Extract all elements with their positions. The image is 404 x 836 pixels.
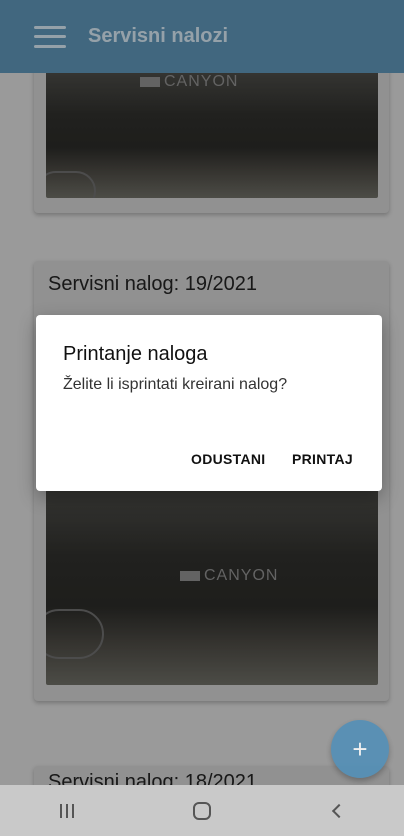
home-button[interactable] [182, 791, 222, 831]
recent-apps-icon [60, 803, 75, 818]
print-dialog: Printanje naloga Želite li isprintati kr… [36, 315, 382, 491]
dialog-title: Printanje naloga [63, 343, 208, 365]
add-order-button[interactable]: + [331, 720, 389, 778]
cancel-button[interactable]: ODUSTANI [191, 451, 265, 467]
system-nav-bar [0, 785, 404, 836]
home-icon [192, 801, 211, 820]
back-button[interactable] [317, 791, 357, 831]
back-icon [331, 803, 346, 818]
print-button[interactable]: PRINTAJ [292, 451, 353, 467]
dialog-message: Želite li isprintati kreirani nalog? [63, 376, 288, 393]
recent-apps-button[interactable] [47, 791, 87, 831]
plus-icon: + [352, 733, 368, 764]
